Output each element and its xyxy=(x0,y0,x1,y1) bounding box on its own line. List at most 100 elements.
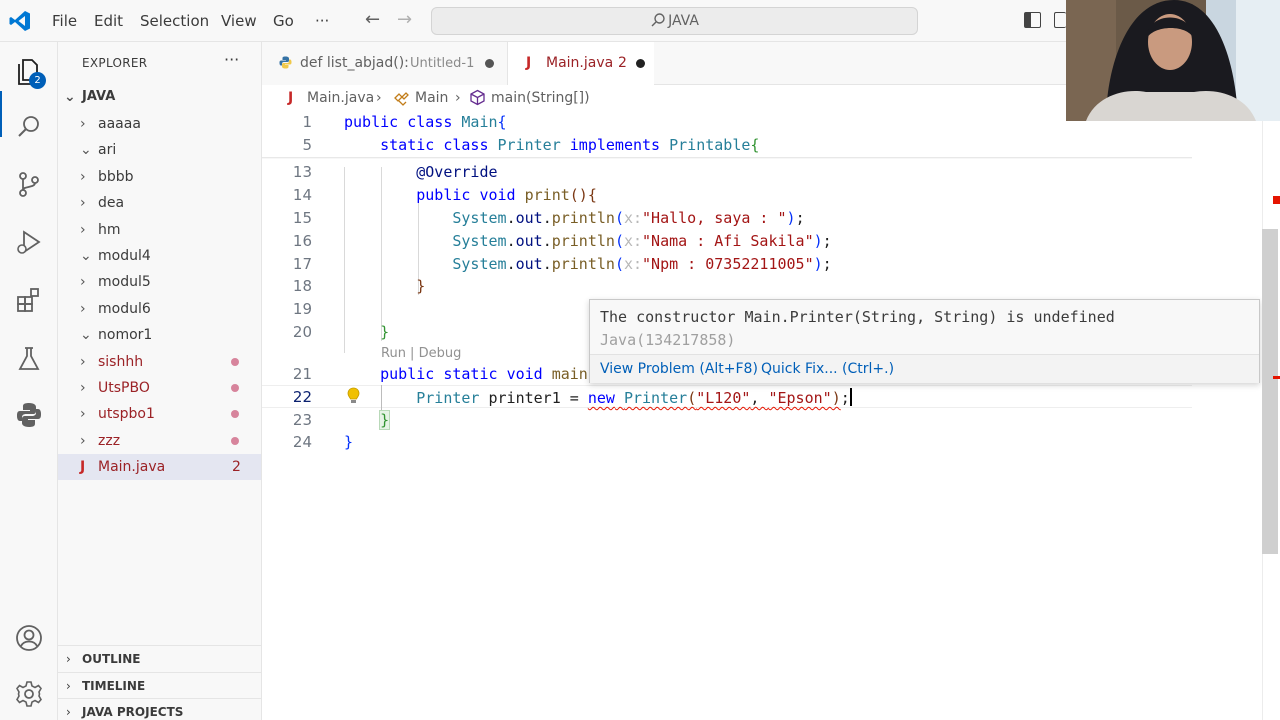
tab-main-java[interactable]: J Main.java 2 xyxy=(508,42,654,85)
view-problem-link[interactable]: View Problem (Alt+F8) xyxy=(600,355,758,384)
tree-item[interactable]: › sishhh xyxy=(58,349,261,375)
line-number: 21 xyxy=(292,365,312,383)
code-line: System.out.println(x:"Npm : 07352211005"… xyxy=(452,255,832,273)
tree-item-label: modul5 xyxy=(98,274,151,291)
menu-go[interactable]: Go xyxy=(273,12,294,30)
line-number: 13 xyxy=(292,163,312,181)
chevron-right-icon: › xyxy=(80,432,86,449)
gear-icon[interactable] xyxy=(14,679,44,709)
chevron-right-icon: › xyxy=(80,300,86,317)
outline-section[interactable]: › OUTLINE xyxy=(58,645,261,671)
code-line: } xyxy=(344,433,354,451)
folder-label: JAVA xyxy=(82,89,116,104)
menu-edit[interactable]: Edit xyxy=(94,12,123,30)
tree-item[interactable]: › modul5 xyxy=(58,269,261,295)
run-debug-icon[interactable] xyxy=(14,227,44,257)
unsaved-dot-icon[interactable] xyxy=(485,59,494,68)
code-line: public void print(){ xyxy=(416,186,597,204)
command-center[interactable]: JAVA xyxy=(431,7,918,35)
chevron-right-icon: › xyxy=(80,353,86,370)
python-icon[interactable] xyxy=(14,400,44,430)
tree-item-label: dea xyxy=(98,195,125,212)
tree-item[interactable]: ⌄ ari xyxy=(58,137,261,163)
breadcrumb-class[interactable]: Main xyxy=(415,85,448,111)
modified-dot-icon xyxy=(231,436,239,445)
chevron-right-icon: › xyxy=(80,168,86,185)
menu-selection[interactable]: Selection xyxy=(140,12,209,30)
tree-item-label: modul4 xyxy=(98,248,151,264)
tree-item[interactable]: › zzz xyxy=(58,428,261,454)
breadcrumb-file[interactable]: Main.java xyxy=(307,85,374,111)
tree-item-label: modul6 xyxy=(98,300,151,317)
modified-dot-icon xyxy=(231,410,239,419)
quick-fix-link[interactable]: Quick Fix... (Ctrl+.) xyxy=(761,355,894,384)
tab-untitled[interactable]: def list_abjad(): Untitled-1 xyxy=(262,42,508,85)
chevron-right-icon: › xyxy=(80,221,86,238)
chevron-right-icon: › xyxy=(376,90,382,106)
chevron-right-icon: › xyxy=(80,380,86,396)
hover-message: The constructor Main.Printer(String, Str… xyxy=(600,308,1115,349)
extensions-icon[interactable] xyxy=(14,285,44,315)
code-line: } xyxy=(379,410,391,430)
class-icon xyxy=(394,92,409,106)
java-projects-section[interactable]: › JAVA PROJECTS xyxy=(58,698,261,720)
toggle-panel-icon[interactable] xyxy=(1054,12,1066,28)
account-icon[interactable] xyxy=(14,623,44,653)
code-editor[interactable]: 1 5 13 14 15 16 17 18 19 20 21 22 23 24 … xyxy=(262,111,1262,720)
chevron-right-icon: › xyxy=(455,90,461,106)
breadcrumb-method[interactable]: main(String[]) xyxy=(491,85,590,111)
line-number: 17 xyxy=(292,255,312,273)
run-debug-codelens[interactable]: Run | Debug xyxy=(381,346,461,361)
testing-icon[interactable] xyxy=(14,344,44,374)
tree-item[interactable]: › bbbb xyxy=(58,164,261,190)
tree-item-label: hm xyxy=(98,221,121,238)
line-number: 16 xyxy=(292,232,312,250)
code-line: public class Main{ xyxy=(344,113,507,131)
tree-item[interactable]: › UtsPBO xyxy=(58,375,261,401)
chevron-right-icon: › xyxy=(66,705,71,719)
explorer-more-button[interactable]: ··· xyxy=(224,50,239,69)
line-number: 5 xyxy=(302,136,312,154)
line-number: 18 xyxy=(292,277,312,295)
vscode-logo-icon xyxy=(9,11,30,31)
folder-root[interactable]: ⌄ JAVA xyxy=(58,84,261,110)
forward-arrow-icon[interactable]: → xyxy=(397,9,412,30)
tree-item-label: nomor1 xyxy=(98,327,153,344)
menu-view[interactable]: View xyxy=(221,12,257,30)
chevron-down-icon: ⌄ xyxy=(64,89,76,105)
sticky-scroll-shadow xyxy=(262,157,1192,159)
code-line: public static void main xyxy=(380,365,588,383)
tree-item[interactable]: › aaaaa xyxy=(58,111,261,137)
line-number: 1 xyxy=(302,113,312,131)
timeline-section[interactable]: › TIMELINE xyxy=(58,672,261,698)
error-ruler-mark xyxy=(1273,376,1280,379)
tree-item-label: UtsPBO xyxy=(98,380,150,396)
error-ruler-mark xyxy=(1273,196,1280,204)
menu-more[interactable]: ··· xyxy=(315,12,329,30)
toggle-sidebar-icon[interactable] xyxy=(1024,12,1041,28)
scrollbar-thumb[interactable] xyxy=(1262,229,1278,554)
menu-file[interactable]: File xyxy=(52,12,77,30)
chevron-right-icon: › xyxy=(66,652,71,666)
tree-item[interactable]: J Main.java 2 xyxy=(58,454,261,481)
tree-item[interactable]: ⌄ nomor1 xyxy=(58,322,261,348)
explorer-badge: 2 xyxy=(29,72,46,89)
chevron-right-icon: › xyxy=(66,679,71,693)
code-line: static class Printer implements Printabl… xyxy=(380,136,760,154)
tree-item[interactable]: ⌄ modul4 xyxy=(58,243,261,269)
text-cursor xyxy=(849,388,852,406)
source-control-icon[interactable] xyxy=(14,169,44,199)
java-file-icon: J xyxy=(80,459,86,476)
search-icon xyxy=(651,13,665,27)
lightbulb-icon[interactable] xyxy=(346,387,361,405)
back-arrow-icon[interactable]: ← xyxy=(365,9,380,30)
tree-item[interactable]: › hm xyxy=(58,217,261,243)
tree-item[interactable]: › modul6 xyxy=(58,296,261,322)
search-icon[interactable] xyxy=(14,112,44,142)
problem-count: 2 xyxy=(618,55,627,71)
python-icon xyxy=(279,56,292,69)
tree-item[interactable]: › utspbo1 xyxy=(58,401,261,427)
tree-item-label: Main.java xyxy=(98,459,166,476)
unsaved-dot-icon[interactable] xyxy=(636,59,645,68)
tree-item[interactable]: › dea xyxy=(58,190,261,216)
